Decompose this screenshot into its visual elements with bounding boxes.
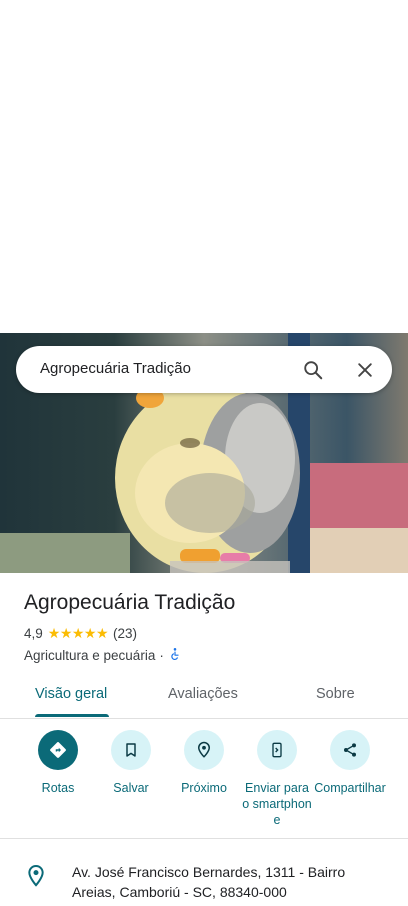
directions-label: Rotas xyxy=(41,781,75,795)
tab-bar: Visão geral Avaliações Sobre xyxy=(0,676,408,719)
cockatiel-bird-image xyxy=(115,363,300,573)
action-buttons: Rotas Salvar Próximo Enviar para o smart… xyxy=(0,730,408,836)
nearby-icon[interactable] xyxy=(184,730,224,770)
active-tab-indicator xyxy=(35,714,109,717)
send-to-phone-button[interactable]: Enviar para o smartphone xyxy=(238,730,316,828)
place-category[interactable]: Agricultura e pecuária xyxy=(24,648,155,663)
tab-about[interactable]: Sobre xyxy=(316,686,355,702)
place-title: Agropecuária Tradição xyxy=(24,591,236,614)
nearby-button[interactable]: Próximo xyxy=(165,730,243,796)
directions-button[interactable]: Rotas xyxy=(19,730,97,796)
bookmark-icon[interactable] xyxy=(111,730,151,770)
close-icon[interactable] xyxy=(351,356,379,384)
search-bar[interactable]: Agropecuária Tradição xyxy=(16,346,392,393)
directions-icon[interactable] xyxy=(38,730,78,770)
photo-background-shelf xyxy=(300,528,408,573)
category-row: Agricultura e pecuária · xyxy=(24,647,182,664)
wheelchair-icon xyxy=(168,647,182,664)
share-button[interactable]: Compartilhar xyxy=(311,730,389,796)
search-query[interactable]: Agropecuária Tradição xyxy=(40,360,191,377)
send-to-phone-label: Enviar para o smartphone xyxy=(242,781,312,827)
search-icon[interactable] xyxy=(299,356,327,384)
category-separator: · xyxy=(159,648,164,663)
rating-stars: ★★★★★ xyxy=(47,625,109,641)
review-count[interactable]: (23) xyxy=(113,626,137,641)
send-to-phone-icon[interactable] xyxy=(257,730,297,770)
rating-value: 4,9 xyxy=(24,626,43,641)
blank-area xyxy=(0,0,408,333)
share-icon[interactable] xyxy=(330,730,370,770)
share-label: Compartilhar xyxy=(314,781,386,795)
location-pin-icon xyxy=(26,864,46,893)
tab-reviews[interactable]: Avaliações xyxy=(168,686,238,702)
photo-background-cage xyxy=(308,463,408,533)
save-label: Salvar xyxy=(113,781,149,795)
section-divider xyxy=(0,838,408,839)
save-button[interactable]: Salvar xyxy=(92,730,170,796)
place-address[interactable]: Av. José Francisco Bernardes, 1311 - Bai… xyxy=(72,862,382,902)
nearby-label: Próximo xyxy=(181,781,227,795)
tab-overview[interactable]: Visão geral xyxy=(35,686,107,702)
rating-row[interactable]: 4,9 ★★★★★ (23) xyxy=(24,625,137,642)
